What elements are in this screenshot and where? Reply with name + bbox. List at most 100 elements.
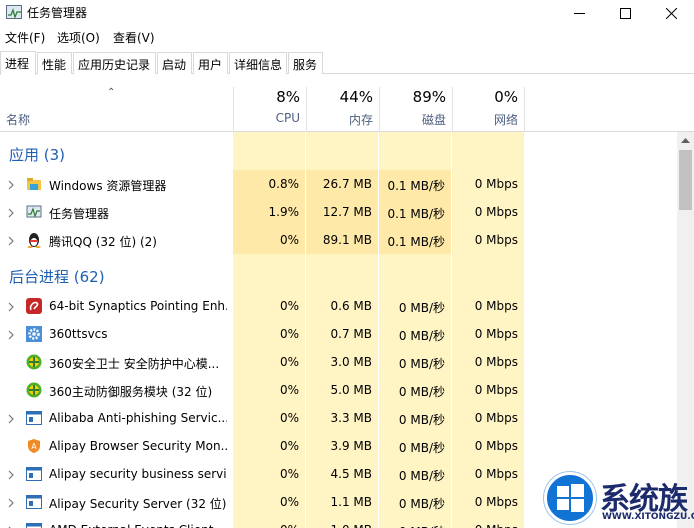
expand-chevron-icon[interactable] <box>7 497 15 508</box>
expand-chevron-icon[interactable] <box>7 179 15 190</box>
cpu-value: 0% <box>279 439 299 453</box>
cpu-value: 0% <box>279 355 299 369</box>
disk-percent: 89% <box>412 88 446 106</box>
expand-chevron-icon[interactable] <box>7 469 15 480</box>
qq-penguin-icon <box>26 232 42 248</box>
minimize-button[interactable] <box>556 0 602 26</box>
expand-chevron-icon[interactable] <box>7 329 15 340</box>
column-memory[interactable]: 44% 内存 <box>306 87 379 132</box>
process-list: 应用 (3) 后台进程 (62) Windows 资源管理器 0.8% 26.7 M… <box>0 132 678 528</box>
service-window-icon <box>26 522 42 528</box>
network-value: 0 Mbps <box>474 439 518 453</box>
network-value: 0 Mbps <box>474 233 518 247</box>
expand-chevron-icon[interactable] <box>7 235 15 246</box>
expand-chevron-icon[interactable] <box>7 413 15 424</box>
close-button[interactable] <box>648 0 694 26</box>
tab-startup[interactable]: 启动 <box>157 52 192 74</box>
memory-value: 26.7 MB <box>322 177 372 191</box>
disk-value: 0.1 MB/秒 <box>387 235 445 249</box>
maximize-button[interactable] <box>602 0 648 26</box>
process-name: Alibaba Anti-phishing Servic... <box>49 411 227 425</box>
cpu-value: 0% <box>279 411 299 425</box>
sort-up-icon: ⌃ <box>107 87 116 98</box>
windows-logo-icon <box>544 472 596 524</box>
disk-value: 0 MB/秒 <box>398 441 445 455</box>
menu-view[interactable]: 查看(V) <box>113 29 155 46</box>
process-name: 腾讯QQ (32 位) (2) <box>49 235 157 249</box>
memory-value: 12.7 MB <box>322 205 372 219</box>
group-background-header[interactable]: 后台进程 (62) <box>9 266 105 287</box>
process-row[interactable]: 任务管理器 1.9% 12.7 MB 0.1 MB/秒 0 Mbps <box>0 198 524 226</box>
process-name: 360ttsvcs <box>49 327 108 341</box>
cpu-value: 1.9% <box>268 205 300 219</box>
memory-label: 内存 <box>348 113 373 127</box>
disk-value: 0 MB/秒 <box>398 329 445 343</box>
disk-value: 0 MB/秒 <box>398 301 445 315</box>
expand-chevron-icon[interactable] <box>7 301 15 312</box>
process-row[interactable]: Alipay Security Server (32 位) 0% 1.1 MB 0 M… <box>0 488 524 516</box>
network-value: 0 Mbps <box>474 205 518 219</box>
tab-services[interactable]: 服务 <box>288 52 323 74</box>
disk-value: 0 MB/秒 <box>398 497 445 511</box>
process-row[interactable]: 360主动防御服务模块 (32 位) 0% 5.0 MB 0 MB/秒 0 Mbps <box>0 376 524 404</box>
tab-processes[interactable]: 进程 <box>0 51 36 75</box>
column-disk[interactable]: 89% 磁盘 <box>379 87 452 132</box>
disk-value: 0.1 MB/秒 <box>387 179 445 193</box>
column-network[interactable]: 0% 网络 <box>452 87 525 132</box>
cpu-value: 0% <box>233 523 299 528</box>
network-value: 0 Mbps <box>474 355 518 369</box>
memory-value: 89.1 MB <box>322 233 372 247</box>
tab-users[interactable]: 用户 <box>193 52 228 74</box>
process-row[interactable]: AMD External Events Client ... 0% 1.0 MB 0 … <box>0 516 524 528</box>
tab-performance[interactable]: 性能 <box>37 52 72 74</box>
svg-text:A: A <box>31 442 37 451</box>
network-value: 0 Mbps <box>474 467 518 481</box>
cpu-value: 0% <box>279 327 299 341</box>
service-window-icon <box>26 466 42 482</box>
service-window-icon <box>26 494 42 510</box>
expand-chevron-icon[interactable] <box>7 207 15 218</box>
process-row[interactable]: Windows 资源管理器 0.8% 26.7 MB 0.1 MB/秒 0 Mbps <box>0 170 524 198</box>
disk-value: 0 MB/秒 <box>398 413 445 427</box>
memory-value: 1.1 MB <box>330 495 372 509</box>
disk-value: 0.1 MB/秒 <box>387 207 445 221</box>
scroll-up-arrow-icon[interactable] <box>677 132 694 149</box>
scroll-thumb[interactable] <box>679 150 692 210</box>
column-name[interactable]: 名称 <box>6 111 30 128</box>
disk-value: 0 MB/秒 <box>398 385 445 399</box>
process-name: Windows 资源管理器 <box>49 179 167 193</box>
gear-icon <box>26 326 42 342</box>
memory-value: 4.5 MB <box>330 467 372 481</box>
menu-options[interactable]: 选项(O) <box>57 29 100 46</box>
memory-value: 3.9 MB <box>330 439 372 453</box>
process-name: Alipay security business servi... <box>49 467 227 481</box>
menu-file[interactable]: 文件(F) <box>5 29 45 46</box>
process-row[interactable]: 360安全卫士 安全防护中心模... 0% 3.0 MB 0 MB/秒 0 Mbps <box>0 348 524 376</box>
process-row[interactable]: Alipay security business servi... 0% 4.5 M… <box>0 460 524 488</box>
process-row[interactable]: 64-bit Synaptics Pointing Enh... 0% 0.6 MB… <box>0 292 524 320</box>
service-window-icon <box>26 410 42 426</box>
watermark-url: WWW.XITONGZU.COM <box>602 512 694 522</box>
alipay-shield-icon: A <box>26 438 42 454</box>
task-manager-icon <box>26 204 42 220</box>
network-value: 0 Mbps <box>474 411 518 425</box>
process-name: AMD External Events Client ... <box>49 523 227 528</box>
process-row[interactable]: Alibaba Anti-phishing Servic... 0% 3.3 MB 0… <box>0 404 524 432</box>
process-row[interactable]: A Alipay Browser Security Mon... 0% 3.9 MB 0… <box>0 432 524 460</box>
network-value: 0 Mbps <box>474 177 518 191</box>
process-row[interactable]: 腾讯QQ (32 位) (2) 0% 89.1 MB 0.1 MB/秒 0 Mbps <box>0 226 524 254</box>
network-value: 0 Mbps <box>474 495 518 509</box>
tab-app-history[interactable]: 应用历史记录 <box>73 52 156 74</box>
process-name: Alipay Security Server (32 位) <box>49 497 227 511</box>
column-cpu[interactable]: 8% CPU <box>233 87 306 132</box>
memory-value: 1.0 MB <box>306 523 372 528</box>
memory-value: 5.0 MB <box>330 383 372 397</box>
memory-value: 0.6 MB <box>330 299 372 313</box>
tab-details[interactable]: 详细信息 <box>229 52 287 74</box>
cpu-value: 0% <box>279 495 299 509</box>
network-value: 0 Mbps <box>452 523 518 528</box>
vertical-scrollbar[interactable] <box>677 132 694 528</box>
network-percent: 0% <box>494 88 518 106</box>
group-apps-header[interactable]: 应用 (3) <box>9 144 65 165</box>
process-row[interactable]: 360ttsvcs 0% 0.7 MB 0 MB/秒 0 Mbps <box>0 320 524 348</box>
